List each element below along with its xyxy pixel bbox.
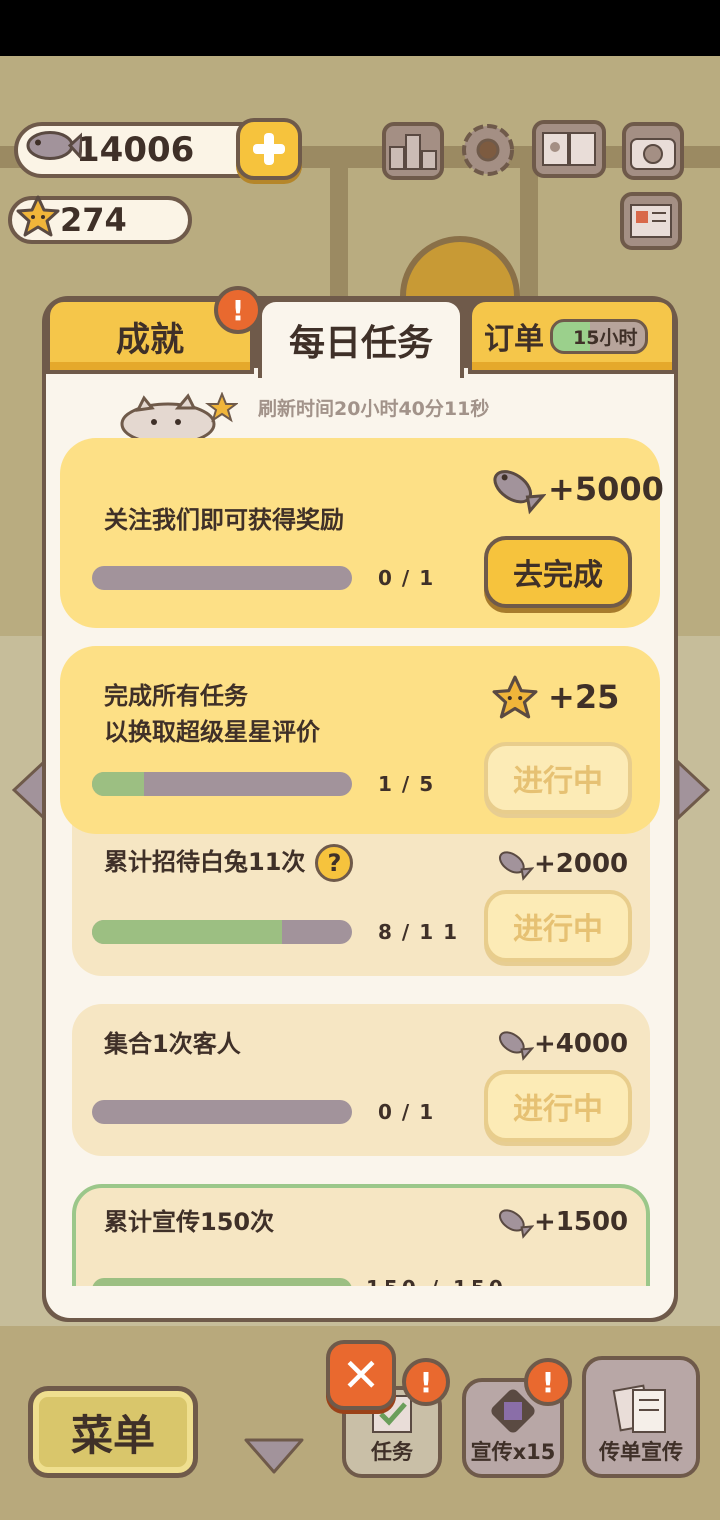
- task-reward: +4000: [494, 1026, 628, 1062]
- tab-daily-tasks[interactable]: 每日任务: [258, 298, 464, 378]
- task-progress-bar: [92, 920, 352, 944]
- star-count: 274: [60, 201, 127, 239]
- add-fish-button[interactable]: [236, 118, 302, 180]
- task-progress-fill: [92, 1278, 352, 1286]
- next-arrow[interactable]: [676, 758, 711, 824]
- plus-icon: [253, 133, 285, 165]
- fish-icon: [22, 121, 84, 180]
- promo-alert-badge: !: [524, 1358, 572, 1406]
- task-progress-bar: [92, 1100, 352, 1124]
- task-title: 关注我们即可获得奖励: [104, 506, 344, 534]
- newspaper-icon: [630, 204, 672, 238]
- fish-icon: [493, 470, 546, 515]
- flyer-icon: [612, 1384, 666, 1433]
- task-reward: +2000: [494, 846, 628, 882]
- task-reward: +5000: [486, 462, 664, 516]
- task-title: 集合1次客人: [104, 1030, 241, 1058]
- achievements-alert-badge: !: [214, 286, 262, 334]
- prev-arrow[interactable]: [11, 758, 46, 824]
- task-title: 完成所有任务 以换取超级星星评价: [104, 682, 320, 746]
- help-icon[interactable]: ?: [315, 844, 354, 882]
- chevron-left-icon: [11, 758, 46, 822]
- recipe-book-button[interactable]: [532, 120, 606, 178]
- task-progress-fill: [92, 772, 144, 796]
- menu-button[interactable]: 菜单: [28, 1386, 198, 1478]
- in-progress-button[interactable]: 进行中: [484, 890, 632, 962]
- task-progress-count: 1/5: [378, 772, 444, 796]
- task-title: 累计宣传150次: [104, 1208, 275, 1236]
- star-icon: [492, 675, 538, 719]
- chevron-down-icon: [244, 1438, 304, 1474]
- close-icon: ✕: [341, 1348, 381, 1402]
- task-reward: +25: [492, 674, 619, 720]
- newspaper-button[interactable]: [620, 192, 682, 250]
- task-progress-fill: [92, 920, 282, 944]
- task-list-clip: 累计宣传150次 +1500 150 / 150: [46, 1180, 674, 1286]
- flyer-promo-button[interactable]: 传单宣传: [582, 1356, 700, 1478]
- settings-button[interactable]: [456, 118, 520, 186]
- orders-timer-badge: 15小时: [550, 318, 649, 354]
- task-progress-count: 0/1: [378, 566, 444, 590]
- task-progress-bar: [92, 772, 352, 796]
- fish-icon: [498, 1209, 534, 1239]
- task-title: 累计招待白兔11次?: [104, 844, 354, 882]
- camera-icon: [630, 138, 676, 170]
- task-reward: +1500: [494, 1204, 628, 1240]
- in-progress-button[interactable]: 进行中: [484, 1070, 632, 1142]
- collapse-arrow[interactable]: [244, 1436, 304, 1480]
- book-icon: [542, 132, 596, 166]
- camera-button[interactable]: [622, 122, 684, 180]
- refresh-timer: 刷新时间20小时40分11秒: [258, 398, 490, 420]
- star-currency: 274: [8, 194, 192, 246]
- in-progress-button[interactable]: 进行中: [484, 742, 632, 814]
- podium-icon: [389, 134, 437, 170]
- ranking-button[interactable]: [382, 122, 444, 180]
- gear-icon: [462, 124, 514, 176]
- task-progress-count: 8/11: [378, 920, 468, 944]
- fish-icon: [498, 851, 534, 881]
- fish-icon: [498, 1031, 534, 1061]
- task-progress-count: 0/1: [378, 1100, 444, 1124]
- go-complete-button[interactable]: 去完成: [484, 536, 632, 608]
- task-progress-count: 150 / 150: [366, 1276, 507, 1286]
- chevron-right-icon: [676, 758, 711, 822]
- star-icon: [16, 194, 60, 246]
- task-progress-bar: [92, 1278, 352, 1286]
- fish-count: 14006: [76, 130, 195, 170]
- task-progress-bar: [92, 566, 352, 590]
- status-bar: [0, 0, 720, 56]
- tasks-alert-badge: !: [402, 1358, 450, 1406]
- close-button[interactable]: ✕: [326, 1340, 396, 1410]
- tab-orders[interactable]: 订单 15小时: [468, 298, 676, 374]
